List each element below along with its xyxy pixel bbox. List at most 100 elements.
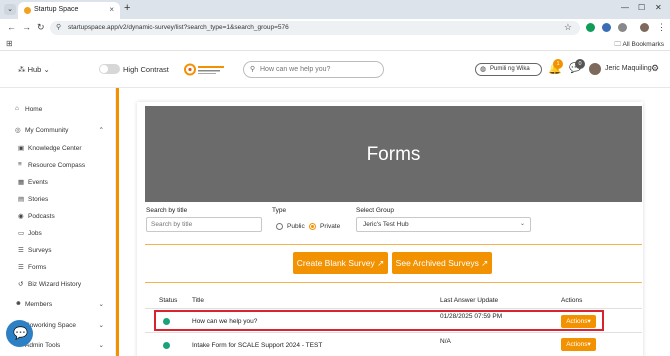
row-actions-button[interactable]: Actions▾ bbox=[561, 338, 596, 351]
maximize-icon[interactable]: ☐ bbox=[638, 3, 645, 12]
search-title-label: Search by title bbox=[146, 207, 188, 214]
back-icon[interactable]: ← bbox=[7, 22, 16, 32]
sidebar-item-podcasts[interactable]: ◉ Podcasts bbox=[0, 211, 116, 225]
type-label: Type bbox=[272, 207, 287, 214]
tab-title: Startup Space bbox=[34, 6, 79, 13]
sidebar-item-knowledge-center[interactable]: ▣ Knowledge Center bbox=[0, 143, 116, 157]
bookmark-star-icon[interactable]: ☆ bbox=[564, 22, 572, 33]
sidebar-item-home[interactable]: ⌂ Home bbox=[0, 104, 116, 118]
col-header-actions: Actions bbox=[561, 297, 583, 304]
sidebar-item-biz-wizard-history[interactable]: ↺ Biz Wizard History bbox=[0, 279, 116, 293]
chevron-down-icon[interactable]: ⌄ bbox=[99, 300, 104, 308]
divider bbox=[145, 244, 642, 245]
chevron-down-icon[interactable]: ⌄ bbox=[99, 321, 104, 329]
app-header: ⁂ Hub ⌄ High Contrast ⚲ ◍ Pumili ng Wika… bbox=[0, 51, 670, 88]
page-banner: Forms bbox=[145, 106, 642, 202]
close-window-icon[interactable]: ✕ bbox=[655, 3, 662, 12]
col-header-last-update: Last Answer Update bbox=[440, 297, 499, 304]
sidebar-item-stories[interactable]: ▤ Stories bbox=[0, 194, 116, 208]
chevron-down-icon[interactable]: ⌄ bbox=[99, 341, 104, 349]
group-select[interactable]: Jeric's Test Hub ⌄ bbox=[356, 217, 531, 232]
site-info-icon[interactable]: ⚲ bbox=[56, 23, 61, 31]
create-blank-survey-button[interactable]: Create Blank Survey ↗ bbox=[293, 252, 388, 274]
sidebar-item-jobs[interactable]: ▭ Jobs bbox=[0, 228, 116, 242]
stories-icon: ▤ bbox=[18, 196, 25, 203]
history-icon: ↺ bbox=[18, 281, 24, 288]
sidebar-item-label: Members bbox=[25, 301, 53, 308]
sidebar-item-members[interactable]: ☻ Members ⌄ bbox=[0, 299, 116, 313]
high-contrast-toggle[interactable] bbox=[99, 64, 120, 74]
col-header-title: Title bbox=[192, 297, 205, 304]
chevron-up-icon[interactable]: ⌃ bbox=[99, 126, 104, 134]
extensions-puzzle-icon[interactable] bbox=[618, 23, 627, 32]
row-title[interactable]: Intake Form for SCALE Support 2024 - TES… bbox=[192, 342, 322, 349]
briefcase-icon: ▭ bbox=[18, 230, 25, 237]
sidebar-item-label: Resource Compass bbox=[28, 162, 86, 169]
sidebar-item-label: Forms bbox=[28, 264, 47, 271]
select-group-label: Select Group bbox=[356, 207, 394, 214]
sidebar-item-resource-compass[interactable]: ≡ Resource Compass bbox=[0, 160, 116, 174]
all-bookmarks-label: All Bookmarks bbox=[622, 41, 664, 48]
extension-icon[interactable] bbox=[602, 23, 611, 32]
sidebar-item-events[interactable]: ▦ Events bbox=[0, 177, 116, 191]
profile-icon[interactable] bbox=[640, 23, 649, 32]
sidebar-item-my-community[interactable]: ◎ My Community ⌃ bbox=[0, 125, 116, 139]
minimize-icon[interactable]: — bbox=[621, 3, 629, 12]
language-label: Pumili ng Wika bbox=[490, 66, 530, 72]
sidebar-item-surveys[interactable]: ☰ Surveys bbox=[0, 245, 116, 259]
type-public-radio[interactable] bbox=[276, 223, 283, 230]
avatar[interactable] bbox=[589, 63, 601, 75]
browser-tab[interactable]: Startup Space × bbox=[18, 2, 120, 19]
sidebar-item-label: Podcasts bbox=[28, 213, 55, 220]
sidebar-item-label: Events bbox=[28, 179, 48, 186]
calendar-icon: ▦ bbox=[18, 179, 25, 186]
globe-icon: ◍ bbox=[480, 66, 487, 73]
sidebar-item-label: Stories bbox=[28, 196, 49, 203]
home-icon: ⌂ bbox=[15, 105, 19, 112]
actions-label: Actions bbox=[566, 341, 588, 348]
browser-tab-bar: ⌄ Startup Space × + — ☐ ✕ bbox=[0, 0, 670, 19]
new-tab-icon[interactable]: + bbox=[124, 2, 130, 14]
apps-grid-icon[interactable]: ⊞ bbox=[6, 39, 13, 48]
divider bbox=[145, 282, 642, 283]
address-bar-row: ← → ↻ ⚲ startupspace.app/v2/dynamic-surv… bbox=[0, 19, 670, 37]
status-active-dot bbox=[163, 342, 170, 349]
forms-icon: ☰ bbox=[18, 264, 24, 271]
reload-icon[interactable]: ↻ bbox=[37, 22, 45, 33]
page-title: Forms bbox=[366, 144, 421, 165]
type-private-radio[interactable] bbox=[309, 223, 316, 230]
search-input[interactable] bbox=[260, 64, 380, 75]
favicon-icon bbox=[24, 7, 31, 14]
search-title-input[interactable] bbox=[146, 217, 262, 232]
url-field[interactable]: ⚲ startupspace.app/v2/dynamic-survey/lis… bbox=[50, 21, 580, 35]
podcast-icon: ◉ bbox=[18, 213, 24, 220]
chevron-down-icon: ⌄ bbox=[519, 221, 525, 227]
language-selector[interactable]: ◍ Pumili ng Wika bbox=[475, 63, 542, 76]
startup-space-logo[interactable] bbox=[182, 61, 226, 78]
table-header-divider bbox=[145, 308, 642, 309]
all-bookmarks[interactable]: 🗀 All Bookmarks bbox=[615, 40, 665, 51]
col-header-status: Status bbox=[159, 297, 178, 304]
browser-menu-icon[interactable]: ⋮ bbox=[657, 22, 666, 33]
members-icon: ☻ bbox=[15, 300, 22, 307]
hub-label: Hub bbox=[27, 65, 42, 74]
sidebar-item-label: Biz Wizard History bbox=[28, 281, 82, 288]
sidebar-item-label: Jobs bbox=[28, 230, 42, 237]
url-text: startupspace.app/v2/dynamic-survey/list?… bbox=[68, 24, 289, 31]
gear-icon[interactable]: ⚙ bbox=[651, 63, 659, 74]
user-name[interactable]: Jeric Maquiling bbox=[605, 65, 652, 72]
chat-support-button[interactable]: 💬 bbox=[6, 320, 33, 347]
close-tab-icon[interactable]: × bbox=[109, 5, 114, 14]
group-select-value: Jeric's Test Hub bbox=[363, 221, 409, 228]
tab-search-icon[interactable]: ⌄ bbox=[4, 4, 16, 15]
see-archived-surveys-button[interactable]: See Archived Surveys ↗ bbox=[392, 252, 492, 274]
notification-badge: 1 bbox=[553, 59, 563, 69]
header-search[interactable]: ⚲ bbox=[243, 61, 384, 78]
extension-icon[interactable] bbox=[586, 23, 595, 32]
hub-menu[interactable]: ⁂ Hub ⌄ bbox=[18, 65, 50, 74]
sidebar-item-forms[interactable]: ☰ Forms bbox=[0, 262, 116, 276]
bookmarks-bar: ⊞ 🗀 All Bookmarks bbox=[0, 37, 670, 51]
table-row-divider bbox=[145, 332, 642, 333]
forward-icon[interactable]: → bbox=[22, 22, 31, 32]
sidebar-item-label: Knowledge Center bbox=[28, 145, 82, 152]
